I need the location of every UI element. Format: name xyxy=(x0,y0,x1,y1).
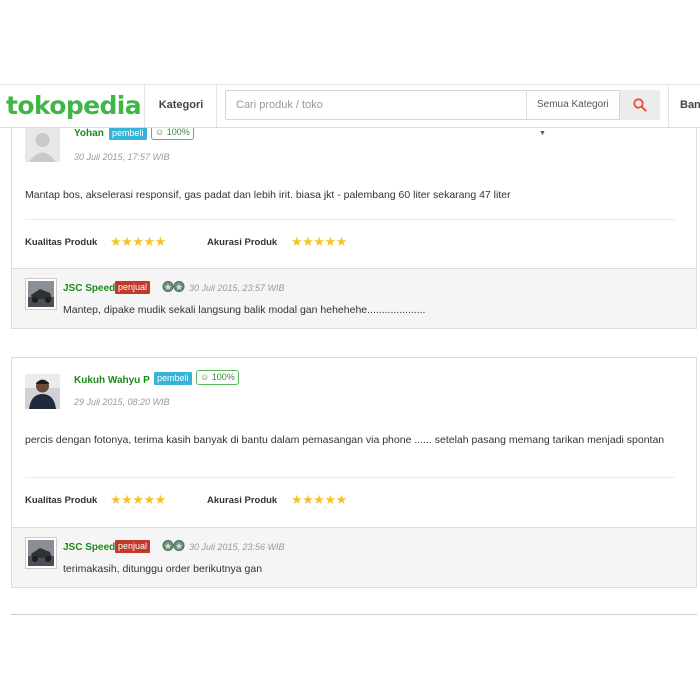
divider xyxy=(25,477,675,478)
akurasi-label: Akurasi Produk xyxy=(207,237,278,248)
bantuan-menu[interactable]: Ban xyxy=(680,85,700,127)
seller-name[interactable]: JSC Speed xyxy=(63,542,115,553)
category-select-label: Semua Kategori xyxy=(537,99,609,110)
medal-icon[interactable] xyxy=(162,539,186,556)
kategori-menu[interactable]: Kategori xyxy=(146,85,216,127)
akurasi-label: Akurasi Produk xyxy=(207,495,278,506)
buyer-badge: pembeli xyxy=(154,372,192,385)
seller-reply: JSC Speed penjual 30 Juli 2015, 23:56 WI… xyxy=(12,527,696,587)
reputation-value: 100% xyxy=(166,127,190,137)
search-icon xyxy=(633,98,647,112)
reply-date: 30 Juli 2015, 23:57 WIB xyxy=(189,283,285,293)
kualitas-stars: ★★★★★ xyxy=(110,492,166,507)
search-input[interactable] xyxy=(226,91,524,119)
divider xyxy=(25,219,675,220)
buyer-badge: pembeli xyxy=(109,127,147,140)
review-text: Mantap bos, akselerasi responsif, gas pa… xyxy=(25,189,511,201)
seller-reply: JSC Speed penjual 30 Juli 2015, 23:57 WI… xyxy=(12,268,696,328)
smile-icon: ☺ xyxy=(155,127,165,137)
seller-badge: penjual xyxy=(115,540,151,553)
seller-avatar[interactable] xyxy=(25,537,57,569)
reply-text: terimakasih, ditunggu order berikutnya g… xyxy=(63,563,263,575)
kualitas-stars: ★★★★★ xyxy=(110,234,166,249)
review-text: percis dengan fotonya, terima kasih bany… xyxy=(25,434,665,446)
smile-icon: ☺ xyxy=(200,372,210,382)
search-button[interactable] xyxy=(619,90,660,120)
reviewer-name[interactable]: Yohan xyxy=(74,128,104,139)
search-bar: Semua Kategori ▼ xyxy=(225,90,660,137)
category-select[interactable]: Semua Kategori ▼ xyxy=(526,91,619,137)
reputation-badge[interactable]: ☺ 100% xyxy=(196,370,239,385)
user-photo-icon xyxy=(25,374,60,409)
kualitas-label: Kualitas Produk xyxy=(25,237,98,248)
seller-badge: penjual xyxy=(115,281,151,294)
seller-avatar-icon xyxy=(28,540,54,566)
medal-icon[interactable] xyxy=(162,280,186,297)
seller-name[interactable]: JSC Speed xyxy=(63,283,115,294)
reply-date: 30 Juli 2015, 23:56 WIB xyxy=(189,542,285,552)
kualitas-label: Kualitas Produk xyxy=(25,495,98,506)
avatar[interactable] xyxy=(25,127,60,162)
header-divider xyxy=(216,85,217,127)
review-date: 30 Juli 2015, 17:57 WIB xyxy=(74,152,170,162)
site-header: tokopedia Kategori Semua Kategori ▼ Ban xyxy=(0,84,700,137)
akurasi-stars: ★★★★★ xyxy=(291,234,347,249)
reviewer-name[interactable]: Kukuh Wahyu P xyxy=(74,375,150,386)
header-divider xyxy=(144,85,145,127)
review-card: Kukuh Wahyu P pembeli ☺ 100% 29 Juli 201… xyxy=(11,357,697,588)
seller-avatar-icon xyxy=(28,281,54,307)
avatar[interactable] xyxy=(25,374,60,409)
default-avatar-icon xyxy=(25,127,60,162)
review-card: Yohan pembeli ☺ 100% 30 Juli 2015, 17:57… xyxy=(11,110,697,329)
reputation-value: 100% xyxy=(211,372,235,382)
header-divider xyxy=(668,85,669,127)
caret-down-icon: ▼ xyxy=(539,130,546,137)
akurasi-stars: ★★★★★ xyxy=(291,492,347,507)
reply-text: Mantep, dipake mudik sekali langsung bal… xyxy=(63,304,426,316)
seller-avatar[interactable] xyxy=(25,278,57,310)
divider xyxy=(11,614,697,615)
review-date: 29 Juli 2015, 08:20 WIB xyxy=(74,397,170,407)
tokopedia-logo[interactable]: tokopedia xyxy=(6,91,142,120)
